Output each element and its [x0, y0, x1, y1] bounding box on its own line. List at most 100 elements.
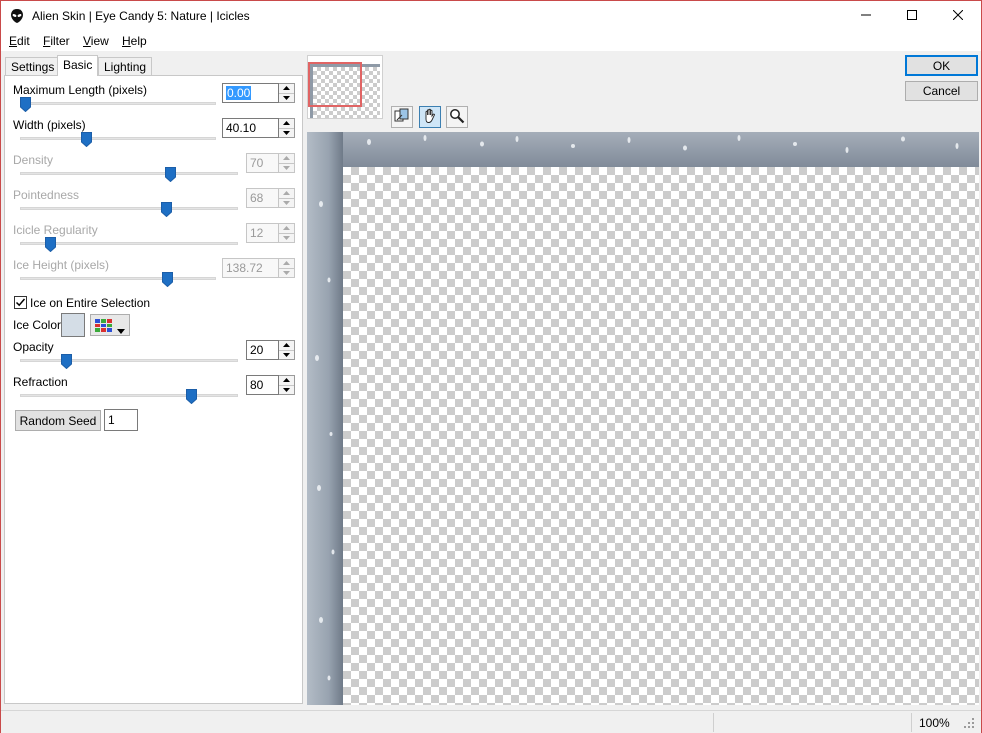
spin-up-icon[interactable] [279, 84, 294, 94]
window-title: Alien Skin | Eye Candy 5: Nature | Icicl… [32, 9, 250, 23]
refraction-spin-buttons[interactable] [279, 375, 295, 395]
density-slider-thumb [164, 167, 176, 182]
refraction-value[interactable]: 80 [246, 375, 279, 395]
checkmark-icon [15, 297, 26, 311]
icicle-regularity-spin-buttons [279, 223, 295, 243]
ice-height-spinner: 138.72 [222, 258, 295, 278]
density-slider-track [20, 172, 238, 175]
icicle-regularity-label: Icicle Regularity [13, 223, 98, 237]
tab-basic[interactable]: Basic [57, 55, 99, 76]
hand-tool-button[interactable] [419, 106, 441, 128]
zoom-level: 100% [919, 716, 950, 730]
spin-down-icon[interactable] [279, 94, 294, 103]
status-separator [911, 713, 912, 732]
width-slider-track[interactable] [20, 137, 216, 140]
title-bar: Alien Skin | Eye Candy 5: Nature | Icicl… [1, 1, 981, 31]
menu-edit-key: E [9, 34, 18, 48]
opacity-slider-thumb[interactable] [61, 354, 73, 369]
width-value[interactable]: 40.10 [222, 118, 279, 138]
opacity-spinner[interactable]: 20 [246, 340, 295, 360]
density-spin-buttons [279, 153, 295, 173]
ice-on-entire-selection-label[interactable]: Ice on Entire Selection [30, 296, 150, 310]
max-length-label: Maximum Length (pixels) [13, 83, 148, 97]
icicle-regularity-slider-thumb [44, 237, 56, 252]
maximize-button[interactable] [889, 1, 935, 31]
status-bar: 100% [1, 710, 981, 733]
app-window: Alien Skin | Eye Candy 5: Nature | Icicl… [0, 0, 982, 733]
tab-lighting[interactable]: Lighting [98, 57, 153, 75]
color-grid-icon [95, 319, 112, 335]
max-length-field[interactable]: 0.00 [222, 83, 279, 103]
max-length-value: 0.00 [226, 86, 252, 100]
spin-down-icon [279, 234, 294, 243]
spin-up-icon[interactable] [279, 119, 294, 129]
pointedness-value: 68 [246, 188, 279, 208]
zoom-tool-button[interactable] [446, 106, 468, 128]
alien-head-icon [9, 8, 25, 24]
pointedness-label: Pointedness [13, 188, 80, 202]
spin-up-icon[interactable] [279, 341, 294, 351]
ice-height-label: Ice Height (pixels) [13, 258, 110, 272]
toggle-preview-button[interactable] [391, 106, 413, 128]
pointedness-slider-thumb [160, 202, 172, 217]
spin-up-icon[interactable] [279, 376, 294, 386]
menu-filter[interactable]: Filter [43, 34, 70, 48]
ice-color-swatch[interactable] [61, 313, 85, 337]
random-seed-input[interactable]: 1 [104, 409, 138, 431]
width-spinner[interactable]: 40.10 [222, 118, 295, 138]
basic-panel: Maximum Length (pixels) 0.00 Width (pixe… [4, 75, 303, 704]
ice-color-label: Ice Color [13, 318, 62, 332]
spin-up-icon [279, 259, 294, 269]
spin-down-icon[interactable] [279, 386, 294, 395]
width-spin-buttons[interactable] [279, 118, 295, 138]
refraction-label: Refraction [13, 375, 68, 389]
spin-down-icon [279, 199, 294, 208]
close-button[interactable] [935, 1, 981, 31]
pointedness-spin-buttons [279, 188, 295, 208]
menu-view-key: V [83, 34, 91, 48]
resize-grip-icon[interactable] [963, 717, 975, 732]
refraction-slider-track[interactable] [20, 394, 238, 397]
navigator-thumbnail[interactable] [307, 55, 383, 119]
status-separator [713, 713, 714, 732]
density-spinner: 70 [246, 153, 295, 173]
cancel-button[interactable]: Cancel [905, 81, 978, 101]
transparent-canvas [343, 167, 979, 705]
max-length-spin-buttons[interactable] [279, 83, 295, 103]
icicle-regularity-value: 12 [246, 223, 279, 243]
menu-filter-label: ilter [50, 34, 70, 48]
max-length-spinner[interactable]: 0.00 [222, 83, 295, 103]
max-length-slider-thumb[interactable] [20, 97, 31, 112]
opacity-spin-buttons[interactable] [279, 340, 295, 360]
opacity-slider-track[interactable] [20, 359, 238, 362]
ok-button[interactable]: OK [905, 55, 978, 76]
refraction-slider-thumb[interactable] [185, 389, 197, 404]
density-value: 70 [246, 153, 279, 173]
icicle-regularity-spinner: 12 [246, 223, 295, 243]
random-seed-button[interactable]: Random Seed [15, 410, 101, 431]
navigator-view-rectangle[interactable] [308, 62, 362, 107]
preview-canvas[interactable] [307, 132, 979, 705]
opacity-value[interactable]: 20 [246, 340, 279, 360]
spin-down-icon[interactable] [279, 351, 294, 360]
tab-settings[interactable]: Settings [5, 57, 61, 75]
menu-help-label: elp [130, 34, 147, 48]
ice-on-entire-selection-checkbox[interactable] [14, 296, 27, 309]
max-length-slider-track[interactable] [20, 102, 216, 105]
color-palette-button[interactable] [90, 314, 130, 336]
pointedness-slider-track [20, 207, 238, 210]
menu-edit-label: dit [17, 34, 30, 48]
pointedness-spinner: 68 [246, 188, 295, 208]
before-after-icon [394, 108, 410, 127]
menu-help[interactable]: Help [122, 34, 147, 48]
ice-height-slider-track [20, 277, 216, 280]
spin-down-icon[interactable] [279, 129, 294, 138]
spin-down-icon [279, 269, 294, 278]
spin-up-icon [279, 154, 294, 164]
refraction-spinner[interactable]: 80 [246, 375, 295, 395]
density-label: Density [13, 153, 54, 167]
minimize-button[interactable] [843, 1, 889, 31]
width-slider-thumb[interactable] [81, 132, 93, 147]
menu-view[interactable]: View [83, 34, 109, 48]
menu-edit[interactable]: Edit [9, 34, 30, 48]
